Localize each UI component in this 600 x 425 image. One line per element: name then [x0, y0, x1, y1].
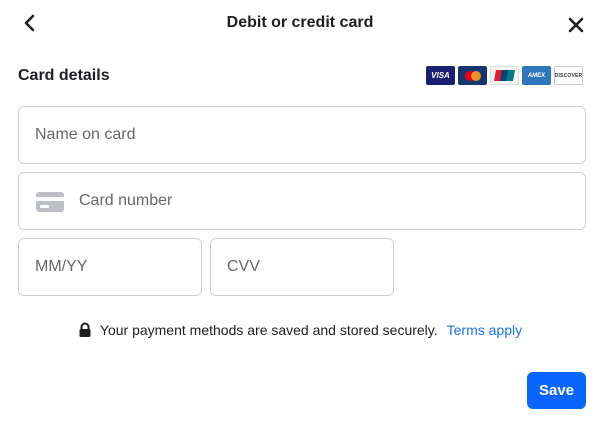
dialog-title: Debit or credit card — [226, 14, 374, 31]
mastercard-icon — [464, 70, 481, 81]
visa-logo: VISA — [426, 66, 455, 85]
expiry-field[interactable] — [18, 238, 202, 296]
lock-icon — [79, 322, 91, 337]
credit-card-icon — [36, 192, 64, 212]
name-on-card-field[interactable] — [18, 106, 586, 164]
expiry-input[interactable] — [19, 239, 201, 295]
payment-dialog: Debit or credit card Card details VISA A… — [0, 0, 600, 425]
cvv-input[interactable] — [211, 239, 393, 295]
unionpay-icon — [493, 70, 515, 81]
card-details-heading: Card details — [18, 67, 110, 84]
mastercard-logo — [458, 66, 487, 85]
close-icon — [568, 17, 584, 33]
unionpay-logo — [490, 66, 519, 85]
security-message: Your payment methods are saved and store… — [99, 322, 438, 338]
cvv-field[interactable] — [210, 238, 394, 296]
discover-logo: DISCOVER — [554, 66, 583, 85]
name-on-card-input[interactable] — [19, 107, 585, 163]
amex-logo: AMEX — [522, 66, 551, 85]
card-number-field[interactable] — [18, 172, 586, 230]
security-notice: Your payment methods are saved and store… — [0, 320, 600, 340]
accepted-cards: VISA AMEX DISCOVER — [426, 66, 583, 85]
card-number-input[interactable] — [19, 173, 585, 229]
terms-apply-link[interactable]: Terms apply — [447, 320, 522, 340]
close-button[interactable] — [565, 14, 587, 36]
save-button[interactable]: Save — [527, 372, 586, 409]
